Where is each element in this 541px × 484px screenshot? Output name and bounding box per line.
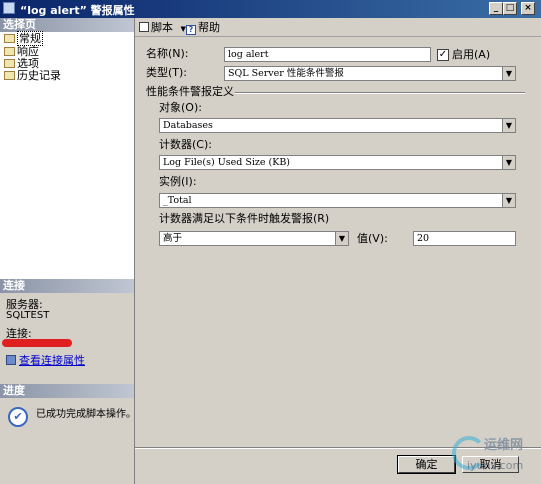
chevron-down-icon[interactable]: ▼ xyxy=(502,156,515,169)
enabled-checkbox[interactable]: ✓ xyxy=(437,49,449,61)
condition-label: 计数器满足以下条件时触发警报(R) xyxy=(159,212,330,225)
window-title: “log alert” 警报属性 xyxy=(20,4,135,17)
chevron-down-icon[interactable]: ▼ xyxy=(502,67,515,80)
object-select[interactable]: Databases ▼ xyxy=(159,118,516,133)
connection-header: 连接 xyxy=(0,279,134,293)
value-label: 值(V): xyxy=(357,232,388,245)
counter-select[interactable]: Log File(s) Used Size (KB) ▼ xyxy=(159,155,516,170)
window-icon xyxy=(3,2,15,14)
progress-status: 已成功完成脚本操作。 xyxy=(36,409,136,420)
object-selected-value: Databases xyxy=(163,120,213,131)
definition-section-header: 性能条件警报定义 xyxy=(146,85,234,98)
instance-select[interactable]: _Total ▼ xyxy=(159,193,516,208)
progress-header: 进度 xyxy=(0,384,134,398)
select-page-header: 选择页 xyxy=(0,18,134,32)
type-selected-value: SQL Server 性能条件警报 xyxy=(228,68,344,79)
help-icon: ? xyxy=(186,25,196,35)
ok-button[interactable]: 确定 xyxy=(397,455,456,474)
chevron-down-icon[interactable]: ▼ xyxy=(502,194,515,207)
title-bar[interactable]: “log alert” 警报属性 _ □ × xyxy=(0,0,541,18)
chevron-down-icon[interactable]: ▼ xyxy=(502,119,515,132)
script-icon xyxy=(139,22,149,32)
server-value: SQLTEST xyxy=(6,310,50,321)
section-divider xyxy=(235,92,525,94)
left-panel: 选择页 常规 响应 选项 历史记录 连接 服务器: SQLTEST 连接: 查看… xyxy=(0,18,136,484)
maximize-button[interactable]: □ xyxy=(503,2,517,15)
value-input[interactable]: 20 xyxy=(413,231,516,246)
condition-selected-value: 高于 xyxy=(163,233,183,244)
name-label: 名称(N): xyxy=(146,47,189,60)
watermark-url: iyunv.com xyxy=(467,459,524,472)
page-item-history[interactable]: 历史记录 xyxy=(4,70,61,82)
page-icon xyxy=(4,34,15,43)
type-select[interactable]: SQL Server 性能条件警报 ▼ xyxy=(224,66,516,81)
enabled-label: 启用(A) xyxy=(452,48,491,61)
page-icon xyxy=(4,47,15,56)
counter-label: 计数器(C): xyxy=(159,138,212,151)
help-button[interactable]: ? 帮助 xyxy=(186,21,220,35)
page-item-general[interactable]: 常规 xyxy=(4,31,43,46)
close-button[interactable]: × xyxy=(521,2,535,15)
page-icon xyxy=(4,71,15,80)
script-button[interactable]: 脚本 ▼ xyxy=(139,21,186,34)
success-check-icon: ✔ xyxy=(8,407,28,427)
connection-section: 服务器: SQLTEST 连接: 查看连接属性 xyxy=(0,293,134,384)
toolbar: 脚本 ▼ ? 帮助 xyxy=(135,18,541,37)
chevron-down-icon[interactable]: ▼ xyxy=(335,232,348,245)
page-icon xyxy=(4,59,15,68)
type-label: 类型(T): xyxy=(146,66,188,79)
connection-properties-icon xyxy=(6,355,16,365)
minimize-button[interactable]: _ xyxy=(489,2,503,15)
progress-section: ✔ 已成功完成脚本操作。 xyxy=(0,398,136,484)
instance-selected-value: _Total xyxy=(163,195,192,206)
object-label: 对象(O): xyxy=(159,101,202,114)
condition-select[interactable]: 高于 ▼ xyxy=(159,231,349,246)
watermark-text: 运维网 xyxy=(484,438,524,453)
redacted-connection-value xyxy=(2,339,72,347)
instance-label: 实例(I): xyxy=(159,175,197,188)
view-connection-properties-link[interactable]: 查看连接属性 xyxy=(6,355,85,367)
name-input[interactable]: log alert xyxy=(224,47,431,62)
counter-selected-value: Log File(s) Used Size (KB) xyxy=(163,157,291,168)
